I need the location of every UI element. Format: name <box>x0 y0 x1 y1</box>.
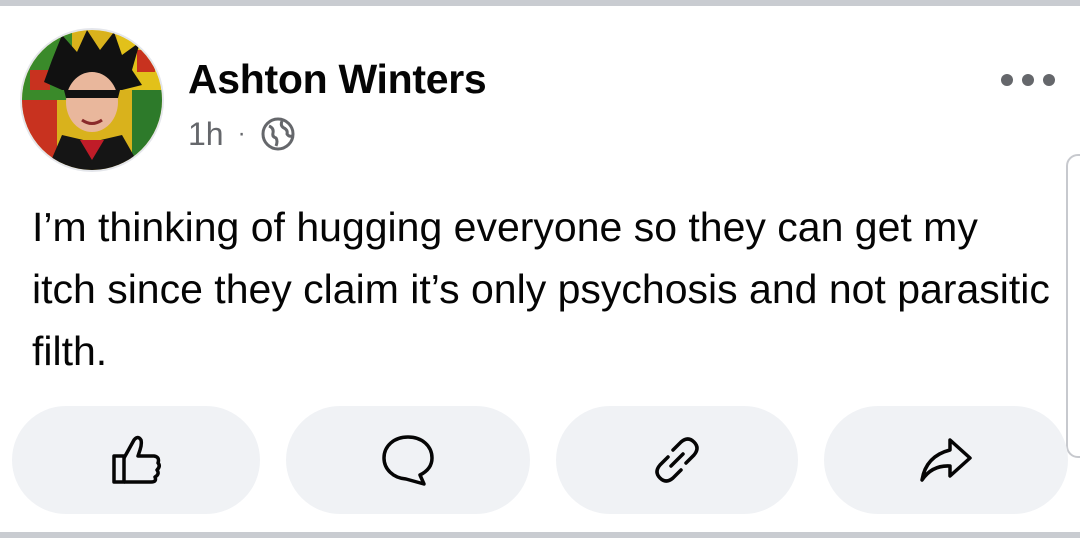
link-icon <box>655 437 699 483</box>
thumbs-up-icon <box>112 435 162 484</box>
author-name[interactable]: Ashton Winters <box>188 56 487 103</box>
feed-page: Ashton Winters 1h · I’m thinking of hugg… <box>0 0 1080 538</box>
post-card: Ashton Winters 1h · I’m thinking of hugg… <box>0 6 1080 532</box>
avatar[interactable] <box>22 30 162 170</box>
more-options-button[interactable] <box>998 64 1058 96</box>
share-button[interactable] <box>824 406 1068 514</box>
action-bar <box>12 406 1068 514</box>
side-scroll-handle[interactable] <box>1066 154 1080 458</box>
meta-separator: · <box>237 120 246 147</box>
share-arrow-icon <box>920 438 972 482</box>
post-text: I’m thinking of hugging everyone so they… <box>32 204 1050 374</box>
like-button[interactable] <box>12 406 260 514</box>
bottom-divider <box>0 532 1080 538</box>
more-dots-icon <box>1001 74 1055 86</box>
globe-icon[interactable] <box>260 116 296 152</box>
avatar-image <box>22 30 162 170</box>
post-meta: 1h · <box>188 114 296 154</box>
comment-button[interactable] <box>286 406 530 514</box>
comment-bubble-icon <box>382 435 434 486</box>
post-time[interactable]: 1h <box>188 116 224 153</box>
copy-link-button[interactable] <box>556 406 798 514</box>
